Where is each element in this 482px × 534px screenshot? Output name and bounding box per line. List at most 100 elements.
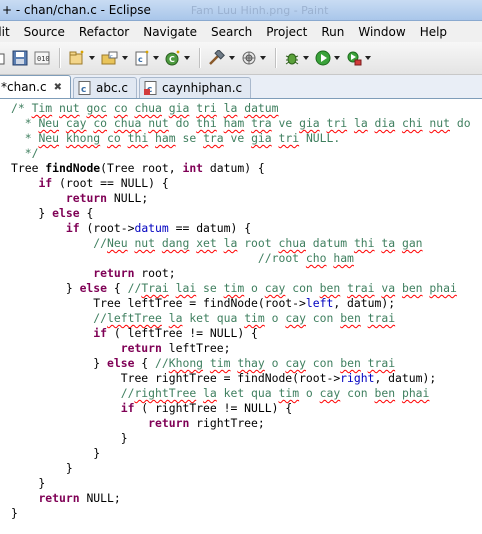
code-line[interactable]: } [11,461,471,476]
code-line[interactable]: return NULL; [11,191,471,206]
menu-refactor[interactable]: Refactor [72,25,136,39]
code-line[interactable]: } [11,506,471,521]
code-line[interactable]: return NULL; [11,491,471,506]
code-token: trai [347,281,375,295]
code-line[interactable]: if (root == NULL) { [11,176,471,191]
code-line[interactable]: Tree rightTree = findNode(root->right, d… [11,371,471,386]
code-token: Tree [11,161,46,175]
code-token: if [65,221,80,235]
external-tools-button[interactable] [344,47,373,69]
code-token: cay [285,356,306,370]
code-token: } [11,461,73,475]
save-button[interactable] [10,47,30,69]
build-target-button[interactable] [239,47,268,69]
code-line[interactable]: } [11,446,471,461]
code-token: NULL. [299,131,341,145]
code-token: ben [340,311,361,325]
tab-abc-c[interactable]: c abc.c [72,77,137,98]
new-source-button[interactable]: c [132,47,161,69]
source-code[interactable]: /* Tim nut goc co chua gia tri la datum … [11,101,471,521]
new-button[interactable] [0,47,8,69]
code-line[interactable]: } [11,431,471,446]
print-button[interactable]: 010 [32,47,52,69]
code-token: co [113,101,128,115]
code-token: datum) { [203,161,265,175]
new-project-button[interactable] [66,47,97,69]
code-token: dia [374,116,396,130]
code-token: { [134,356,156,370]
new-folder-button[interactable]: c [99,47,130,69]
code-token: ham [333,251,354,265]
chevron-down-icon [334,56,340,60]
build-target-icon [242,51,256,65]
menu-run[interactable]: Run [314,25,351,39]
code-line[interactable]: * Neu cay co chua nut do thi ham tra ve … [11,116,471,131]
build-button[interactable] [206,47,237,69]
code-line[interactable]: //Neu nut dang xet la root chua datum th… [11,236,471,251]
c-file-error-icon: c [143,81,158,95]
code-line[interactable]: } else { [11,206,471,221]
menu-edit[interactable]: dit [0,25,17,39]
code-token: lai [175,281,197,295]
code-line[interactable]: /* Tim nut goc co chua gia tri la datum [11,101,471,116]
debug-button[interactable] [282,47,311,69]
code-line[interactable]: //root cho ham [11,251,471,266]
code-token: la [223,101,238,115]
code-token: } [11,506,18,520]
code-token: return [65,191,108,205]
new-class-button[interactable]: C [163,47,192,69]
code-token: ben [401,281,423,295]
tab-chan-c[interactable]: *chan.c ✖ [0,75,71,98]
menu-window[interactable]: Window [351,25,412,39]
run-button[interactable] [313,47,342,69]
chevron-down-icon [89,56,95,60]
toolbar-separator [199,48,201,68]
code-line[interactable]: return rightTree; [11,416,471,431]
ghost-window-title: Fam Luu Hinh.png - Paint [190,3,329,17]
code-line[interactable]: if ( rightTree != NULL) { [11,401,471,416]
new-folder-icon: c [101,51,118,65]
tab-caynhiphan-c[interactable]: c caynhiphan.c [138,77,252,98]
menu-search[interactable]: Search [204,25,259,39]
code-line[interactable]: */ [11,146,471,161]
code-token: nut [429,116,450,130]
code-token: gia [168,101,190,115]
menu-navigate[interactable]: Navigate [136,25,204,39]
menu-project[interactable]: Project [259,25,314,39]
code-line[interactable]: * Neu khong co thi ham se tra ve gia tri… [11,131,471,146]
code-line[interactable]: Tree findNode(Tree root, int datum) { [11,161,471,176]
code-token: datum [305,236,354,250]
code-token: tri [278,131,300,145]
code-line[interactable]: if (root->datum == datum) { [11,221,471,236]
code-token: Neu [38,116,60,130]
code-line[interactable]: //leftTree la ket qua tim o cay con ben … [11,311,471,326]
code-line[interactable]: Tree leftTree = findNode(root->left, dat… [11,296,471,311]
code-line[interactable]: return root; [11,266,471,281]
code-token: chi [401,116,423,130]
code-token: o [299,386,320,400]
close-icon[interactable]: ✖ [54,82,62,93]
code-line[interactable]: } else { //Khong tim thay o cay con ben … [11,356,471,371]
code-token: con [305,356,341,370]
code-line[interactable]: if ( leftTree != NULL) { [11,326,471,341]
code-line[interactable]: } [11,476,471,491]
code-line[interactable]: } else { //Trai lai se tim o cay con ben… [11,281,471,296]
code-token: khong [65,131,101,145]
code-line[interactable]: //rightTree la ket qua tim o cay con ben… [11,386,471,401]
menu-help[interactable]: Help [413,25,454,39]
svg-text:c: c [81,85,86,95]
code-token: if [93,326,108,340]
code-editor[interactable]: /* Tim nut goc co chua gia tri la datum … [0,99,482,534]
code-line[interactable]: return leftTree; [11,341,471,356]
menu-source[interactable]: Source [17,25,72,39]
